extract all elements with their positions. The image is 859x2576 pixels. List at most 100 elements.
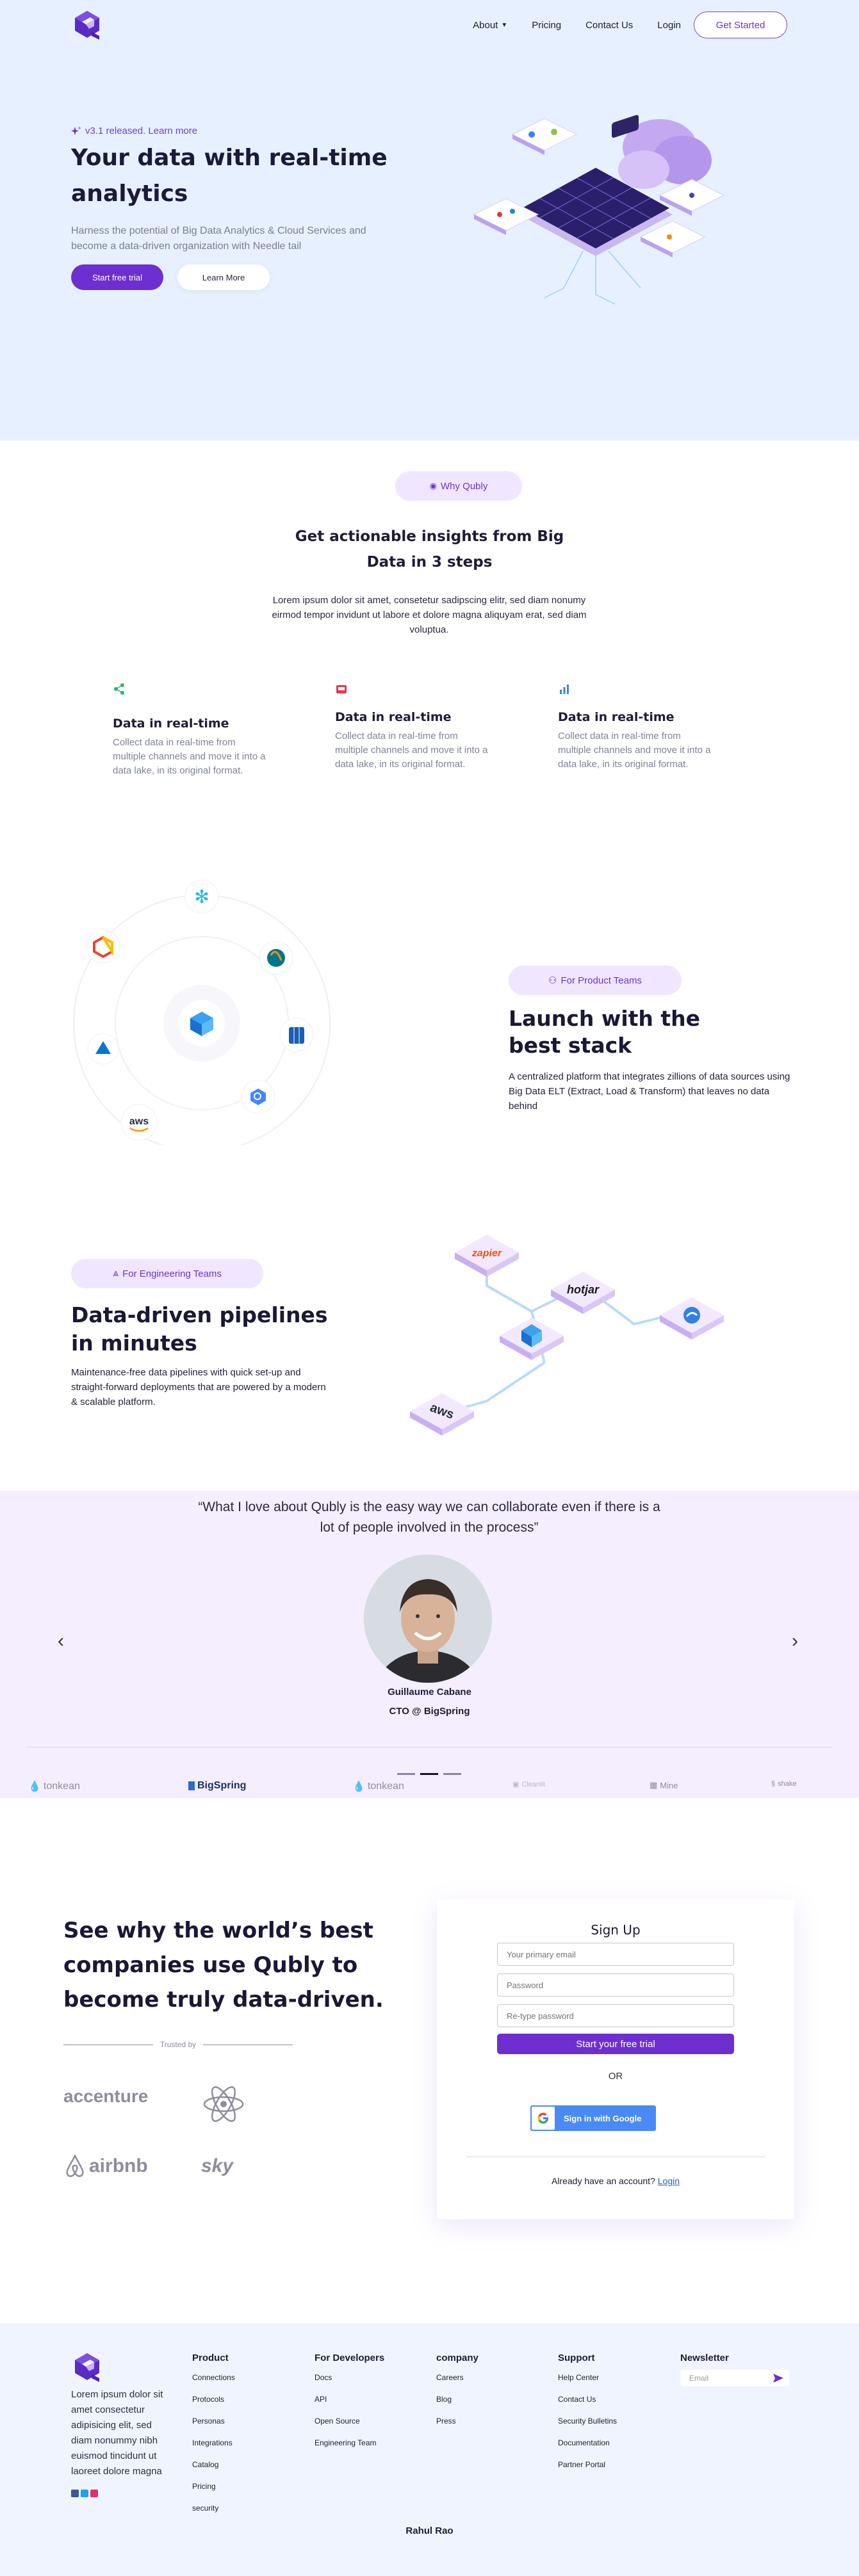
nav-contact[interactable]: Contact Us	[585, 20, 633, 31]
footer-col-support: Support Help Center Contact Us Security …	[558, 2353, 617, 2480]
nav-pricing[interactable]: Pricing	[532, 20, 561, 31]
footer-col-product: Product Connections Protocols Personas I…	[192, 2353, 235, 2523]
footer-link[interactable]: Security Bulletins	[558, 2415, 617, 2436]
footer-link[interactable]: Engineering Team	[315, 2436, 384, 2458]
feature-text: Collect data in real-time from multiple …	[558, 731, 711, 770]
footer-link[interactable]: Protocols	[192, 2393, 235, 2415]
drop-icon: 💧	[28, 1781, 41, 1792]
learn-more-button[interactable]: Learn More	[177, 264, 270, 290]
newsletter: Newsletter Email	[680, 2353, 789, 2386]
get-started-button[interactable]: Get Started	[694, 12, 787, 38]
nav-links: About ▼ Pricing Contact Us Login Get Star…	[473, 12, 787, 38]
nav-login[interactable]: Login	[657, 20, 681, 31]
testimonial-section: “What I love about Qubly is the easy way…	[0, 1491, 859, 1798]
snowflake-icon: ✻	[184, 879, 219, 914]
login-link[interactable]: Login	[658, 2176, 680, 2186]
start-free-trial-button[interactable]: Start free trial	[71, 264, 163, 290]
footer-link[interactable]: Documentation	[558, 2436, 617, 2458]
client-logo: ▦ Mine	[650, 1780, 678, 1790]
engineering-text: Maintenance-free data pipelines with qui…	[71, 1367, 326, 1407]
product-title: Launch with the best stack	[509, 1005, 714, 1059]
footer: Lorem ipsum dolor sit amet consectetur a…	[0, 2323, 859, 2576]
or-separator: OR	[608, 2071, 623, 2082]
client-logo: 💧 tonkean	[28, 1780, 80, 1793]
footer-link[interactable]: Careers	[436, 2371, 479, 2393]
hero-section: About ▼ Pricing Contact Us Login Get Star…	[0, 0, 859, 441]
retype-password-field[interactable]	[497, 2004, 734, 2027]
facebook-icon[interactable]	[71, 2490, 79, 2497]
feature-title: Data in real-time	[335, 710, 452, 724]
carousel-dot-active[interactable]	[420, 1773, 438, 1775]
google-signin-button[interactable]: Sign in with Google	[530, 2105, 656, 2131]
carousel-dot[interactable]	[397, 1773, 415, 1775]
engineering-teams-section: ⩓ For Engineering Teams Data-driven pipe…	[0, 1235, 859, 1491]
release-text: v3.1 released. Learn more	[85, 126, 198, 136]
react-logo-icon	[203, 2086, 244, 2122]
chevron-down-icon: ▼	[501, 21, 508, 29]
compass-icon: ⩓	[113, 1268, 119, 1279]
footer-link[interactable]: Catalog	[192, 2458, 235, 2480]
svg-text:✻: ✻	[194, 886, 209, 907]
carousel-dot[interactable]	[443, 1773, 461, 1775]
hero-buttons: Start free trial Learn More	[71, 264, 404, 290]
prev-arrow[interactable]: ‹	[58, 1630, 64, 1652]
feature-text: Collect data in real-time from multiple …	[113, 737, 266, 776]
footer-link[interactable]: Contact Us	[558, 2393, 617, 2415]
client-logo: 💧 tonkean	[352, 1780, 404, 1793]
footer-link[interactable]: API	[315, 2393, 384, 2415]
nav-about[interactable]: About ▼	[473, 20, 507, 31]
instagram-icon[interactable]	[90, 2490, 98, 2497]
why-title: Get actionable insights from Big Data in…	[0, 524, 859, 575]
qubly-logo[interactable]	[71, 9, 103, 41]
password-field[interactable]	[497, 1973, 734, 1997]
send-icon[interactable]	[773, 2373, 784, 2383]
next-arrow[interactable]: ›	[792, 1630, 798, 1652]
client-logo-label: Cleanlit	[521, 1780, 546, 1788]
footer-link[interactable]: Partner Portal	[558, 2458, 617, 2480]
qubly-logo[interactable]	[71, 2351, 103, 2383]
footer-link[interactable]: security	[192, 2502, 235, 2523]
footer-link[interactable]: Open Source	[315, 2415, 384, 2436]
feature-title: Data in real-time	[113, 717, 229, 731]
hero-subtitle: Harness the potential of Big Data Analyt…	[71, 225, 366, 252]
avatar	[364, 1555, 492, 1683]
carousel-dots	[397, 1773, 461, 1775]
nav-about-label: About	[473, 19, 498, 31]
release-link[interactable]: v3.1 released. Learn more	[71, 126, 404, 136]
airbnb-label: airbnb	[89, 2155, 148, 2176]
product-teams-pill: ⚇ For Product Teams	[509, 966, 682, 995]
signup-card-title: Sign Up	[591, 1922, 641, 1938]
twitter-icon[interactable]	[81, 2490, 88, 2497]
zapier-tile: zapier	[455, 1235, 519, 1277]
accenture-logo: accenture	[63, 2086, 149, 2106]
footer-link[interactable]: Help Center	[558, 2371, 617, 2393]
footer-link[interactable]: Docs	[315, 2371, 384, 2393]
start-your-free-trial-button[interactable]: Start your free trial	[497, 2034, 734, 2054]
client-logo: ▣ Cleanlit	[512, 1780, 546, 1789]
footer-col-company: company Careers Blog Press	[436, 2353, 479, 2436]
have-account-label: Already have an account?	[551, 2176, 655, 2186]
footer-link[interactable]: Blog	[436, 2393, 479, 2415]
trusted-by-divider: Trusted by	[63, 2039, 293, 2052]
footer-link[interactable]: Pricing	[192, 2480, 235, 2502]
pipeline-illustration: zapier hotjar aws	[410, 1235, 724, 1436]
cloud-icon	[612, 115, 712, 189]
square-icon: ▣	[512, 1781, 519, 1788]
feature-card: Data in real-time Collect data in real-t…	[113, 683, 279, 778]
testimonial-quote: “What I love about Qubly is the easy way…	[198, 1500, 660, 1535]
footer-link[interactable]: Connections	[192, 2371, 235, 2393]
newsletter-email-input[interactable]: Email	[689, 2374, 708, 2383]
bigquery-icon	[241, 1080, 275, 1114]
email-field[interactable]	[497, 1943, 734, 1966]
newsletter-title: Newsletter	[680, 2353, 729, 2363]
why-title-line1: Get actionable insights from Big	[295, 528, 564, 545]
footer-link[interactable]: Personas	[192, 2415, 235, 2436]
engineering-pill-label: For Engineering Teams	[122, 1268, 222, 1279]
footer-link[interactable]: Press	[436, 2415, 479, 2436]
client-logo-label: tonkean	[43, 1781, 80, 1792]
why-body: Lorem ipsum dolor sit amet, consetetur s…	[272, 595, 587, 635]
why-title-line2: Data in 3 steps	[366, 554, 493, 571]
why-section: ◉ Why Qubly Get actionable insights from…	[0, 441, 859, 876]
airbnb-icon	[66, 2154, 84, 2177]
footer-link[interactable]: Integrations	[192, 2436, 235, 2458]
